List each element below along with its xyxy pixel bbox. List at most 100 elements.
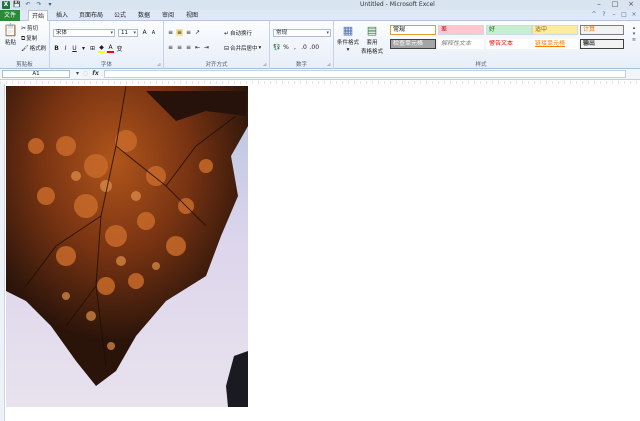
quick-access-toolbar: X 💾 ↶ ↷ ▾	[2, 1, 54, 9]
insert-function-button[interactable]: fx	[92, 70, 98, 77]
align-top-icon[interactable]: ≡	[167, 29, 174, 36]
tab-page-layout[interactable]: 页面布局	[76, 10, 106, 21]
embedded-photo[interactable]	[6, 86, 248, 407]
chevron-down-icon: ▾	[133, 30, 136, 36]
cell-style-output[interactable]: 输出	[580, 39, 624, 49]
font-name-select[interactable]: 宋体 ▾	[53, 29, 115, 37]
redo-icon[interactable]: ↷	[35, 1, 43, 9]
paste-button[interactable]: 📋 粘贴	[3, 23, 18, 47]
vertical-ruler	[0, 84, 5, 421]
collapse-ribbon-icon[interactable]: ^	[590, 11, 598, 19]
conditional-format-button[interactable]: ▦ 条件格式 ▾	[337, 25, 360, 54]
paste-icon: 📋	[3, 23, 18, 37]
underline-dropdown-icon[interactable]: ▾	[80, 45, 87, 52]
table-format-label-2: 表格格式	[361, 49, 384, 55]
window-controls: – □ ×	[592, 0, 638, 9]
chevron-down-icon: ▾	[326, 30, 329, 36]
decrease-decimal-icon[interactable]: .00	[309, 44, 319, 51]
format-painter-button[interactable]: 🖌 格式刷	[21, 44, 46, 53]
doc-restore-icon[interactable]: □	[620, 11, 628, 19]
tab-formulas[interactable]: 公式	[110, 10, 130, 21]
cell-style-warning[interactable]: 警告文本	[486, 39, 532, 49]
align-middle-icon[interactable]: ≡	[176, 29, 183, 36]
save-icon[interactable]: 💾	[13, 1, 21, 9]
cell-style-linked[interactable]: 链接单元格	[532, 39, 578, 49]
font-size-value: 11	[121, 30, 128, 36]
tab-data[interactable]: 数据	[134, 10, 154, 21]
undo-icon[interactable]: ↶	[24, 1, 32, 9]
name-box[interactable]: A1	[2, 70, 70, 78]
formula-bar-buttons: ▾ ◌ fx	[76, 70, 99, 77]
font-format-row: B I U ▾ ⊞ ◆ A 变	[53, 44, 123, 53]
tab-review[interactable]: 审阅	[158, 10, 178, 21]
bold-button[interactable]: B	[53, 45, 60, 52]
number-format-select[interactable]: 常规 ▾	[273, 29, 331, 37]
grow-font-icon[interactable]: A	[141, 29, 148, 36]
decrease-indent-icon[interactable]: ⇤	[194, 44, 201, 51]
merge-center-button[interactable]: ⊟ 合并后居中 ▾	[224, 44, 262, 53]
format-as-table-button[interactable]: ▤ 套用 表格格式	[361, 25, 384, 56]
align-bottom-icon[interactable]: ≡	[185, 29, 192, 36]
percent-button[interactable]: %	[282, 44, 289, 51]
group-alignment: ≡ ≡ ≡ ↗ ≡ ≡ ≡ ⇤ ⇥ ↵ 自动换行 ⊟ 合并后居中 ▾ 对齐方式 …	[164, 21, 270, 69]
cell-style-normal[interactable]: 常规	[390, 25, 436, 35]
comma-button[interactable]: ,	[291, 44, 298, 51]
cell-style-neutral[interactable]: 适中	[532, 25, 578, 35]
copy-button[interactable]: ⧉ 复制	[21, 34, 37, 43]
title-bar: X 💾 ↶ ↷ ▾ Untitled - Microsoft Excel – □…	[0, 0, 640, 10]
currency-icon[interactable]: 💱	[273, 44, 280, 51]
font-group-label: 字体	[100, 62, 112, 68]
cell-style-check-cell[interactable]: 检查单元格	[390, 39, 436, 49]
brush-icon: 🖌	[21, 44, 29, 52]
font-size-select[interactable]: 11 ▾	[118, 29, 138, 37]
cut-button[interactable]: ✂ 剪切	[21, 24, 39, 33]
phonetic-icon[interactable]: 变	[116, 44, 123, 53]
close-button[interactable]: ×	[624, 0, 638, 9]
customize-qat-icon[interactable]: ▾	[46, 1, 54, 9]
excel-app-icon[interactable]: X	[2, 1, 10, 9]
formula-input[interactable]	[104, 70, 626, 78]
group-styles: ▦ 条件格式 ▾ ▤ 套用 表格格式 常规 差 好 适中 计算 检查单元格 解释…	[334, 21, 628, 69]
conditional-format-label: 条件格式	[337, 40, 360, 46]
minimize-button[interactable]: –	[592, 0, 606, 9]
window-title: Untitled - Microsoft Excel	[360, 1, 435, 8]
cell-style-bad[interactable]: 差	[438, 25, 484, 35]
increase-decimal-icon[interactable]: .0	[300, 44, 307, 51]
page-ruler	[0, 81, 640, 84]
wrap-text-button[interactable]: ↵ 自动换行	[224, 29, 252, 38]
align-left-icon[interactable]: ≡	[167, 44, 174, 51]
cut-label: 剪切	[27, 26, 39, 32]
cell-style-calculation[interactable]: 计算	[580, 25, 624, 35]
increase-indent-icon[interactable]: ⇥	[203, 44, 210, 51]
scissors-icon: ✂	[21, 24, 27, 32]
shrink-font-icon[interactable]: A	[150, 30, 157, 36]
borders-icon[interactable]: ⊞	[89, 45, 96, 52]
chevron-down-icon: ▾	[110, 30, 113, 36]
formula-bar: A1 ▾ ◌ fx	[0, 69, 640, 80]
align-center-icon[interactable]: ≡	[176, 44, 183, 51]
font-dialog-launcher-icon[interactable]: ⊿	[157, 62, 161, 68]
doc-minimize-icon[interactable]: –	[610, 11, 618, 19]
number-dialog-launcher-icon[interactable]: ⊿	[327, 62, 331, 68]
orientation-icon[interactable]: ↗	[194, 29, 201, 36]
name-box-dropdown-icon[interactable]: ▾	[76, 70, 79, 77]
paste-label: 粘贴	[4, 40, 16, 46]
alignment-dialog-launcher-icon[interactable]: ⊿	[263, 62, 267, 68]
cell-style-good[interactable]: 好	[486, 25, 532, 35]
italic-button[interactable]: I	[62, 45, 69, 52]
maximize-button[interactable]: □	[608, 0, 622, 9]
font-color-icon[interactable]: A	[107, 44, 114, 53]
number-format-value: 常规	[276, 30, 288, 36]
tab-view[interactable]: 视图	[182, 10, 202, 21]
cell-style-explanatory[interactable]: 解释性文本	[438, 39, 484, 49]
underline-button[interactable]: U	[71, 45, 78, 52]
tab-insert[interactable]: 插入	[52, 10, 72, 21]
help-icon[interactable]: ?	[600, 11, 608, 19]
gallery-more-icon[interactable]: ≡	[632, 37, 636, 43]
tab-file[interactable]: 文件	[0, 10, 20, 21]
doc-close-icon[interactable]: ×	[630, 11, 638, 19]
fill-color-icon[interactable]: ◆	[98, 44, 105, 53]
align-right-icon[interactable]: ≡	[185, 44, 192, 51]
chevron-down-icon: ▾	[258, 45, 262, 51]
styles-gallery-scroll[interactable]: ▴ ▾ ≡	[630, 25, 638, 53]
